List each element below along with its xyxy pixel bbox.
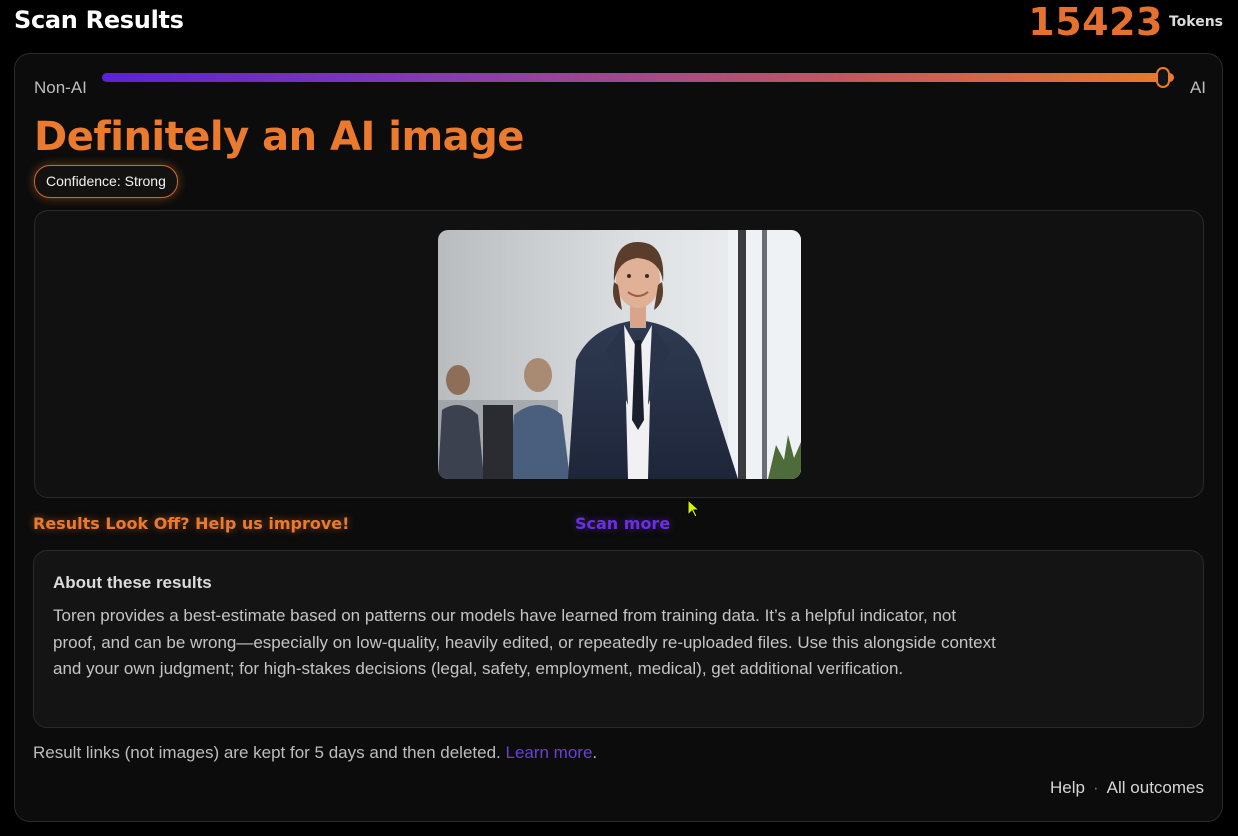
feedback-link[interactable]: Results Look Off? Help us improve!: [33, 514, 349, 533]
about-results-panel: About these results Toren provides a bes…: [33, 550, 1204, 728]
about-body: Toren provides a best-estimate based on …: [53, 606, 996, 678]
retention-text: Result links (not images) are kept for 5…: [33, 743, 506, 762]
token-count: 15423: [1028, 0, 1163, 44]
scanned-image: [438, 230, 801, 479]
page-title: Scan Results: [14, 6, 184, 34]
scanned-image-panel: [34, 210, 1204, 518]
help-link[interactable]: Help: [1050, 778, 1085, 797]
footer-links: Help · All outcomes: [1050, 778, 1204, 798]
scale-label-ai: AI: [1189, 78, 1206, 97]
verdict-heading: Definitely an AI image: [34, 114, 524, 160]
about-title: About these results: [53, 573, 212, 592]
token-label: Tokens: [1168, 14, 1223, 30]
ai-probability-scale: [102, 67, 1174, 88]
scale-indicator-thumb: [1156, 67, 1171, 88]
learn-more-link[interactable]: Learn more: [505, 743, 592, 762]
retention-suffix: .: [592, 743, 598, 762]
scale-label-non-ai: Non-AI: [34, 78, 87, 97]
all-outcomes-link[interactable]: All outcomes: [1107, 778, 1204, 797]
scan-more-link[interactable]: Scan more: [575, 514, 670, 533]
confidence-badge: Confidence: Strong: [34, 165, 178, 198]
mouse-cursor-icon: [687, 499, 701, 518]
retention-notice: Result links (not images) are kept for 5…: [33, 743, 597, 763]
top-bar: Scan Results 15423 Tokens: [0, 0, 1238, 50]
footer-separator: ·: [1093, 778, 1099, 797]
